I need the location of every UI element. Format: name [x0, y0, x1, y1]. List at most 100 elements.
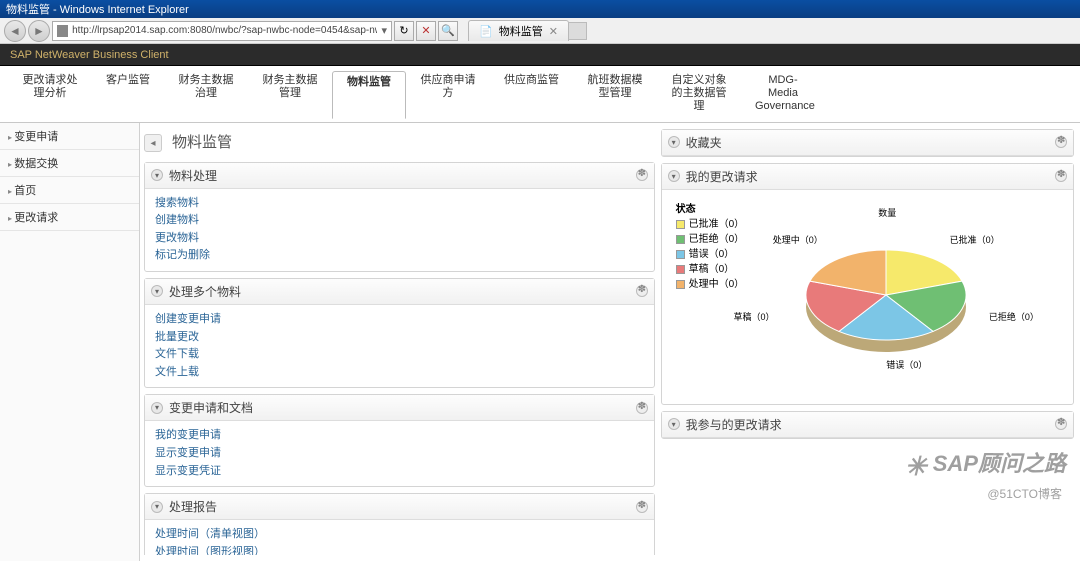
gear-icon[interactable] [1055, 418, 1067, 430]
collapse-icon[interactable]: ▾ [151, 501, 163, 513]
topnav-tab[interactable]: 财务主数据治理 [164, 70, 248, 118]
history-back-icon[interactable]: ◂ [144, 134, 162, 152]
legend-label: 草稿（0） [689, 262, 735, 277]
forward-button[interactable]: ► [28, 20, 50, 42]
panel-title: 我的更改请求 [686, 168, 758, 185]
legend-label: 已拒绝（0） [689, 232, 745, 247]
sidebar-item[interactable]: 数据交换 [0, 150, 139, 177]
gear-icon[interactable] [1055, 170, 1067, 182]
topnav-tab[interactable]: MDG-Media Governance [741, 70, 825, 118]
panel-title: 我参与的更改请求 [686, 416, 782, 433]
gear-icon[interactable] [636, 169, 648, 181]
collapse-icon[interactable]: ▾ [151, 285, 163, 297]
top-navigation: 更改请求处理分析客户监管财务主数据治理财务主数据管理物料监管供应商申请方供应商监… [0, 66, 1080, 123]
collapse-icon[interactable]: ▾ [151, 402, 163, 414]
gear-icon[interactable] [636, 501, 648, 513]
chevron-down-icon[interactable]: ▾ [381, 24, 387, 37]
panel-link[interactable]: 标记为删除 [155, 247, 644, 265]
slice-label: 已批准（0） [950, 233, 1000, 246]
legend-swatch [676, 250, 685, 259]
chart-legend: 状态已批准（0）已拒绝（0）错误（0）草稿（0）处理中（0） [676, 200, 745, 292]
panel-title: 处理报告 [169, 498, 217, 515]
left-column: ◂ 物料监管 ▾物料处理搜索物料创建物料更改物料标记为删除▾处理多个物料创建变更… [144, 129, 655, 555]
url-field-wrapper[interactable]: ▾ [52, 21, 392, 41]
legend-row: 已拒绝（0） [676, 232, 745, 247]
legend-swatch [676, 235, 685, 244]
chart-top-label: 数量 [878, 206, 896, 219]
panel-link[interactable]: 文件下载 [155, 346, 644, 364]
refresh-button[interactable]: ↻ [394, 21, 414, 41]
search-provider-icon[interactable]: 🔍 [438, 21, 458, 41]
panel-link[interactable]: 创建变更申请 [155, 311, 644, 329]
site-favicon [57, 25, 68, 37]
panel-link[interactable]: 处理时间（图形视图） [155, 544, 644, 555]
browser-tab[interactable]: 📄 物料监管 ✕ [468, 20, 569, 41]
url-input[interactable] [72, 25, 377, 36]
close-tab-icon[interactable]: ✕ [549, 25, 558, 38]
gear-icon[interactable] [1055, 136, 1067, 148]
panel: ▾ 收藏夹 [661, 129, 1074, 157]
panel-title: 收藏夹 [686, 134, 722, 151]
sidebar-item[interactable]: 变更申请 [0, 123, 139, 150]
legend-swatch [676, 265, 685, 274]
topnav-tab[interactable]: 供应商监管 [490, 70, 573, 118]
panel: ▾ 处理报告处理时间（清单视图）处理时间（图形视图）状态报告（清单视图） [144, 493, 655, 554]
panel: ▾ 处理多个物料创建变更申请批量更改文件下载文件上载 [144, 278, 655, 388]
panel-title: 变更申请和文档 [169, 399, 253, 416]
collapse-icon[interactable]: ▾ [668, 136, 680, 148]
legend-label: 处理中（0） [689, 277, 745, 292]
panel-title: 处理多个物料 [169, 283, 241, 300]
panel-body: 创建变更申请批量更改文件下载文件上载 [145, 305, 654, 387]
new-tab-button[interactable] [569, 22, 587, 40]
panel-link[interactable]: 我的变更申请 [155, 427, 644, 445]
panel: ▾ 我的更改请求状态已批准（0）已拒绝（0）错误（0）草稿（0）处理中（0） 数量已… [661, 163, 1074, 405]
panel-header: ▾ 处理多个物料 [145, 279, 654, 305]
slice-label: 草稿（0） [733, 310, 774, 323]
panel-link[interactable]: 显示变更凭证 [155, 463, 644, 481]
collapse-icon[interactable]: ▾ [668, 418, 680, 430]
topnav-tab[interactable]: 更改请求处理分析 [8, 70, 92, 118]
topnav-tab[interactable]: 物料监管 [332, 71, 406, 119]
topnav-tab[interactable]: 航班数据模型管理 [573, 70, 657, 118]
panel-link[interactable]: 创建物料 [155, 212, 644, 230]
panel: ▾ 我参与的更改请求 [661, 411, 1074, 439]
panel-header: ▾ 我参与的更改请求 [662, 412, 1073, 438]
browser-tab-strip: 📄 物料监管 ✕ [468, 20, 587, 41]
collapse-icon[interactable]: ▾ [668, 170, 680, 182]
pie-canvas: 数量已批准（0）已拒绝（0）错误（0）草稿（0）处理中（0） [756, 200, 1016, 390]
collapse-icon[interactable]: ▾ [151, 169, 163, 181]
topnav-tab[interactable]: 客户监管 [92, 70, 164, 118]
tab-favicon: 📄 [479, 25, 493, 38]
panel-link[interactable]: 搜索物料 [155, 195, 644, 213]
gear-icon[interactable] [636, 402, 648, 414]
panel-body: 处理时间（清单视图）处理时间（图形视图）状态报告（清单视图） [145, 520, 654, 554]
panel-link[interactable]: 显示变更申请 [155, 445, 644, 463]
tab-title: 物料监管 [499, 23, 543, 39]
back-button[interactable]: ◄ [4, 20, 26, 42]
legend-swatch [676, 280, 685, 289]
panel-link[interactable]: 更改物料 [155, 230, 644, 248]
topnav-tab[interactable]: 供应商申请方 [406, 70, 490, 118]
legend-label: 错误（0） [689, 247, 735, 262]
sidebar: 变更申请数据交换首页更改请求 [0, 123, 140, 561]
legend-row: 已批准（0） [676, 217, 745, 232]
page-title: 物料监管 [168, 129, 232, 156]
stop-button[interactable]: ✕ [416, 21, 436, 41]
content-area: ◂ 物料监管 ▾物料处理搜索物料创建物料更改物料标记为删除▾处理多个物料创建变更… [140, 123, 1080, 561]
pie-chart: 状态已批准（0）已拒绝（0）错误（0）草稿（0）处理中（0）数量已批准（0）已拒… [672, 196, 1063, 398]
legend-swatch [676, 220, 685, 229]
panel-header: ▾ 我的更改请求 [662, 164, 1073, 190]
panel-link[interactable]: 批量更改 [155, 329, 644, 347]
right-column: ▾ 收藏夹 ▾ 我的更改请求状态已批准（0）已拒绝（0）错误（0）草稿（0）处理中（0… [661, 129, 1074, 555]
slice-label: 已拒绝（0） [989, 310, 1039, 323]
panel-link[interactable]: 文件上载 [155, 364, 644, 382]
sidebar-item[interactable]: 首页 [0, 177, 139, 204]
legend-row: 错误（0） [676, 247, 745, 262]
panel-link[interactable]: 处理时间（清单视图） [155, 526, 644, 544]
legend-row: 处理中（0） [676, 277, 745, 292]
gear-icon[interactable] [636, 285, 648, 297]
slice-label: 错误（0） [886, 358, 927, 371]
sidebar-item[interactable]: 更改请求 [0, 204, 139, 231]
topnav-tab[interactable]: 自定义对象的主数据管理 [657, 70, 741, 118]
topnav-tab[interactable]: 财务主数据管理 [248, 70, 332, 118]
